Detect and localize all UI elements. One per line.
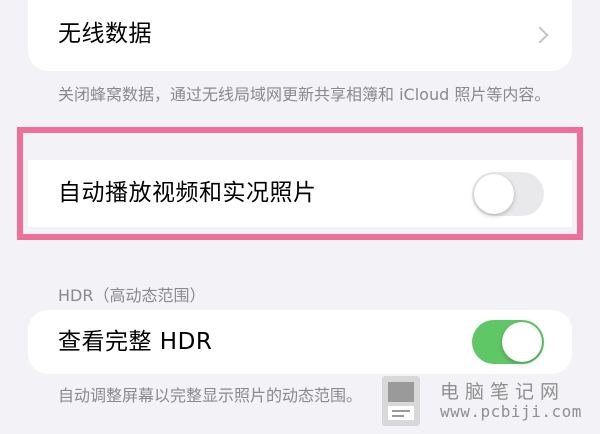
pcbiji-logo-icon (382, 376, 420, 426)
wireless-data-label: 无线数据 (58, 21, 152, 47)
chevron-right-icon (531, 26, 549, 43)
wireless-data-footnote: 关闭蜂窝数据，通过无线局域网更新共享相簿和 iCloud 照片等内容。 (58, 85, 551, 104)
highlight-annotation-box (17, 127, 583, 240)
watermark-url: www.pcbiji.com (440, 402, 582, 421)
watermark-title: 电脑笔记网 (440, 381, 566, 403)
view-full-hdr-toggle[interactable] (472, 320, 544, 364)
toggle-knob (502, 322, 542, 362)
watermark: 电脑笔记网 www.pcbiji.com (380, 374, 590, 428)
view-full-hdr-label: 查看完整 HDR (58, 328, 213, 355)
hdr-section-header: HDR（高动态范围） (58, 286, 206, 305)
view-full-hdr-row: 查看完整 HDR (28, 310, 572, 374)
wireless-data-row[interactable]: 无线数据 (28, 0, 572, 71)
